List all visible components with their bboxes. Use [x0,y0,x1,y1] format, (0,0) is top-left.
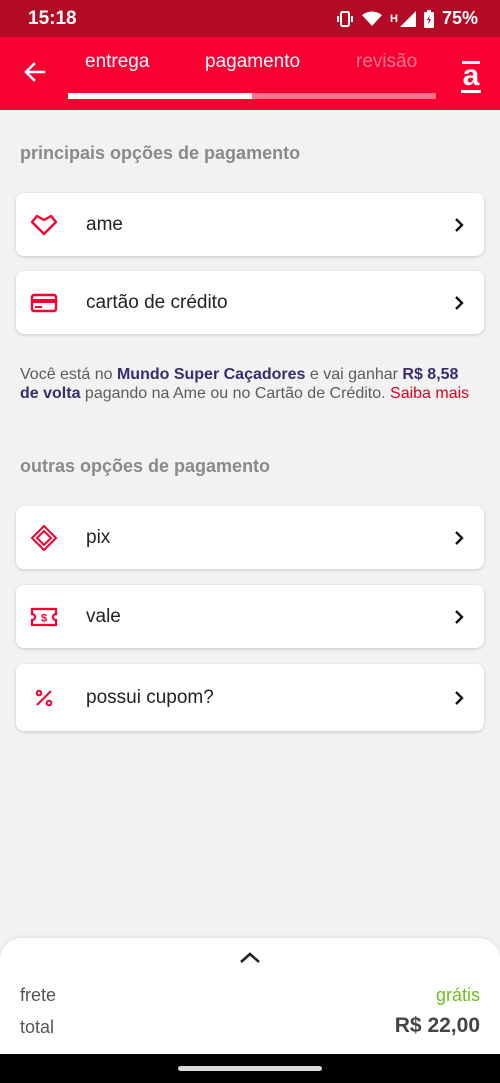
status-bar: 15:18 H 75% [0,0,500,37]
pix-icon [30,524,58,552]
signal-icon [399,10,416,27]
payment-option-vale[interactable]: $ vale [16,585,484,648]
payment-option-label: pix [86,526,111,548]
heart-diamond-icon [30,211,58,239]
total-value: R$ 22,00 [394,1014,480,1037]
cashback-info: Você está no Mundo Super Caçadores e vai… [20,365,480,403]
voucher-icon: $ [30,603,58,631]
network-type: H [390,12,398,25]
chevron-up-icon[interactable] [236,946,264,970]
other-payment-options-title: outras opções de pagamento [20,456,271,476]
status-time: 15:18 [28,7,77,29]
battery-icon [423,9,434,28]
chevron-right-icon [455,295,464,310]
order-summary-panel: frete grátis total R$ 22,00 [0,938,500,1054]
tab-pagamento[interactable]: pagamento [205,51,300,73]
total-label: total [20,1017,55,1037]
payment-option-ame[interactable]: ame [16,193,484,256]
chevron-right-icon [455,530,464,545]
main-payment-options-title: principais opções de pagamento [20,143,301,163]
checkout-progress [68,93,436,99]
cashback-program: Mundo Super Caçadores [116,366,306,383]
coupon-option[interactable]: possui cupom? [16,664,484,731]
credit-card-icon [30,289,58,317]
americanas-logo: a [461,59,481,93]
battery-level: 75% [441,8,478,28]
chevron-right-icon [455,690,464,705]
chevron-right-icon [455,609,464,624]
vibrate-icon [337,10,354,27]
svg-text:$: $ [41,612,47,624]
cashback-middle: e vai ganhar [305,366,403,383]
tab-entrega[interactable]: entrega [85,51,149,73]
back-button[interactable] [20,57,50,87]
payment-option-label: cartão de crédito [86,291,228,313]
wifi-icon [362,11,383,26]
system-nav-bar [0,1054,500,1083]
payment-option-label: ame [86,213,123,235]
cashback-suffix: pagando na Ame ou no Cartão de Crédito. [80,385,391,402]
learn-more-link[interactable]: Saiba mais [390,385,469,402]
payment-option-credit-card[interactable]: cartão de crédito [16,271,484,334]
arrow-left-icon [24,62,46,82]
payment-option-label: possui cupom? [86,686,214,708]
checkout-header: entrega pagamento revisão a [0,37,500,110]
home-handle[interactable] [178,1066,322,1071]
frete-label: frete [20,985,57,1005]
chevron-right-icon [455,217,464,232]
payment-option-pix[interactable]: pix [16,506,484,569]
payment-option-label: vale [86,605,121,627]
tab-revisao[interactable]: revisão [356,51,417,73]
frete-value: grátis [435,985,480,1005]
cashback-prefix: Você está no [20,366,117,383]
percent-icon [30,684,58,712]
status-icons: H 75% [336,8,478,29]
checkout-progress-fill [68,93,252,99]
